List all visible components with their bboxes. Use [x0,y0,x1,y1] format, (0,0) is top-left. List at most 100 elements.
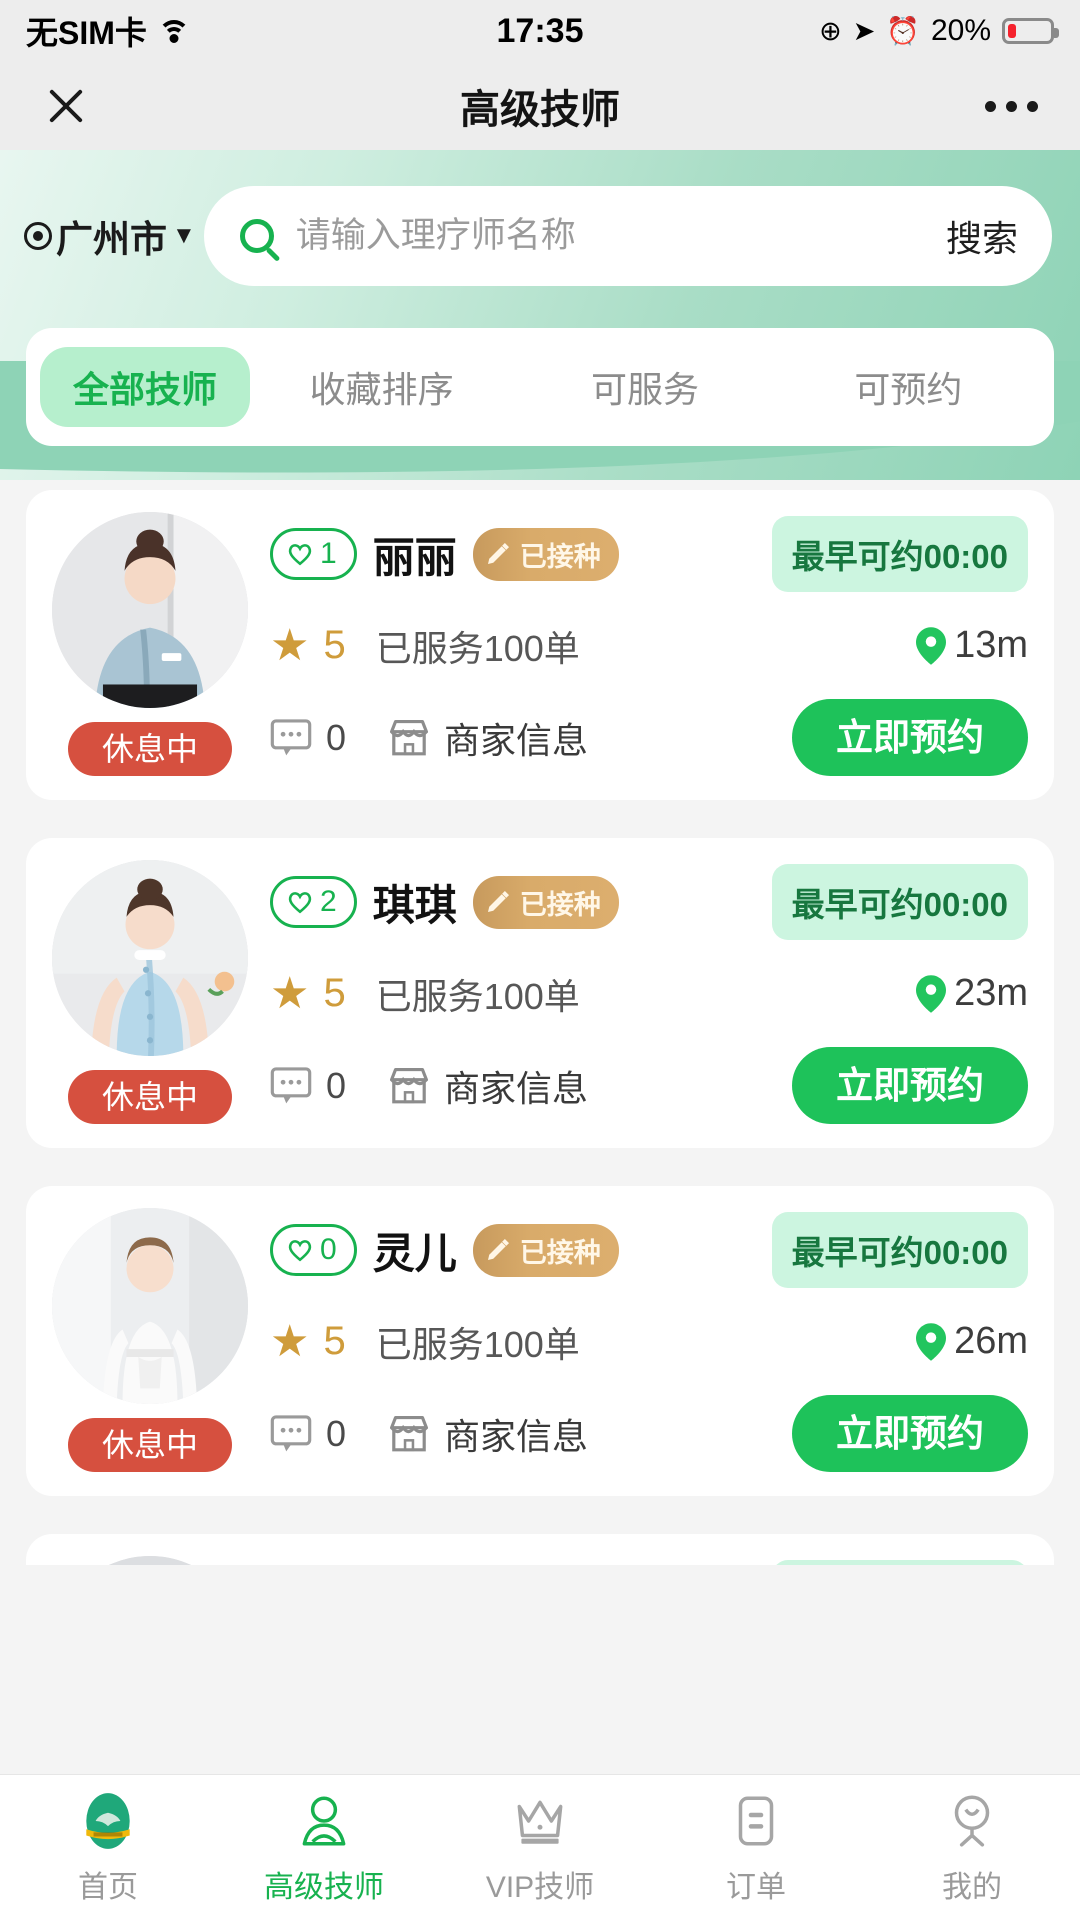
distance-group: 26m [916,1320,1028,1363]
tab-all-technicians[interactable]: 全部技师 [40,347,250,427]
therapist-card[interactable]: 休息中 1 丽丽 已接种 最早可约00:00 ★ 5 已服务100单 13m 0… [26,490,1054,800]
syringe-icon [487,543,509,564]
avatar[interactable] [52,512,248,708]
battery-icon [1002,18,1059,44]
rating-value: 5 [323,1319,346,1363]
nav-label-senior-technician: 高级技师 [264,1870,384,1904]
card-left-column: 休息中 [52,1208,248,1472]
card-actions-row: 0 商家信息 立即预约 [270,1395,1028,1472]
header-section: 广州市 ▼ 搜索 全部技师 收藏排序 可服务 可预约 [0,150,1080,481]
comments-button[interactable]: 0 [270,1413,346,1455]
shop-info-button[interactable]: 商家信息 [388,1408,588,1460]
more-dots-icon[interactable] [985,100,1038,112]
location-arrow-icon: ➤ [852,15,876,46]
status-badge: 休息中 [67,1418,232,1472]
nav-label-orders: 订单 [726,1870,786,1904]
earliest-slot-badge: 最早可约00:00 [771,1212,1028,1288]
search-box[interactable]: 搜索 [203,186,1052,286]
card-header-row: 1 丽丽 已接种 最早可约00:00 [270,516,1028,592]
avatar[interactable] [52,1208,248,1404]
shop-info-button[interactable]: 商家信息 [388,712,588,764]
avatar-image [52,1556,248,1565]
card-left-column: 休息中 [52,860,248,1124]
favorite-button[interactable]: 0 [270,1224,357,1276]
star-icon: ★ [270,968,310,1018]
title-bar: 高级技师 [0,62,1080,150]
therapist-card[interactable]: 休息中 2 琪琪 已接种 最早可约00:00 ★ 5 已服务100单 23m 0… [26,838,1054,1148]
favorite-button[interactable]: 2 [270,876,357,928]
heart-icon [287,542,313,566]
comments-count: 0 [326,1412,347,1454]
nav-item-orders[interactable]: 订单 [648,1790,864,1906]
card-header-row: 0 小芳 已接种 最早可约00:00 [270,1560,1028,1565]
book-now-button[interactable]: 立即预约 [792,1047,1028,1124]
shop-info-button[interactable]: 商家信息 [388,1060,588,1112]
therapist-card[interactable]: 休息中 0 小芳 已接种 最早可约00:00 [26,1534,1054,1565]
bottom-navigation: 首页 高级技师 VIP技师 订单 我的 [0,1774,1080,1920]
favorite-button[interactable]: 1 [270,528,357,580]
comments-button[interactable]: 0 [270,717,346,759]
carrier-label: 无SIM卡 [26,15,147,51]
shop-icon [390,1067,429,1103]
search-bar-row: 广州市 ▼ 搜索 [0,150,1080,286]
search-icon [239,219,274,253]
shop-info-label: 商家信息 [444,1067,589,1109]
heart-icon [287,890,313,914]
earliest-slot-badge: 最早可约00:00 [771,516,1028,592]
tab-favorite-sort[interactable]: 收藏排序 [250,347,513,427]
location-pin-icon [24,222,52,250]
heart-icon [287,1238,313,1262]
status-badge: 休息中 [67,722,232,776]
card-right-column: 0 灵儿 已接种 最早可约00:00 ★ 5 已服务100单 26m 0 商家信… [270,1208,1028,1472]
avatar[interactable] [52,1556,248,1565]
rating-value: 5 [323,971,346,1015]
status-left: 无SIM卡 [26,8,191,54]
comment-icon [270,1414,312,1451]
search-input[interactable] [295,216,924,256]
card-right-column: 0 小芳 已接种 最早可约00:00 ★ 5 已服务100单 [270,1556,1028,1565]
earliest-slot-badge: 最早可约00:00 [771,1560,1028,1565]
city-selector[interactable]: 广州市 ▼ [24,209,196,263]
star-icon: ★ [270,1316,310,1366]
book-now-button[interactable]: 立即预约 [792,1395,1028,1472]
card-left-column: 休息中 [52,1556,248,1565]
vaccinated-badge: 已接种 [472,1223,619,1277]
tab-bookable[interactable]: 可预约 [777,347,1040,427]
nav-item-vip-technician[interactable]: VIP技师 [432,1790,648,1906]
nav-item-senior-technician[interactable]: 高级技师 [216,1790,432,1906]
orders-served: 已服务100单 [375,975,580,1017]
status-right: ⊕ ➤ ⏰ 20% [819,14,1059,48]
avatar[interactable] [52,860,248,1056]
therapist-list[interactable]: 休息中 1 丽丽 已接种 最早可约00:00 ★ 5 已服务100单 13m 0… [0,490,1080,1565]
nav-item-home[interactable]: 首页 [0,1790,216,1906]
book-now-button[interactable]: 立即预约 [792,699,1028,776]
rating-value: 5 [323,623,346,667]
nav-label-home: 首页 [78,1870,138,1904]
battery-percent-label: 20% [930,14,991,47]
map-pin-icon [916,626,947,665]
star-icon: ★ [270,620,310,670]
rotation-lock-icon: ⊕ [819,15,842,46]
order-list-icon [738,1796,774,1845]
therapist-card[interactable]: 休息中 0 灵儿 已接种 最早可约00:00 ★ 5 已服务100单 26m 0… [26,1186,1054,1496]
status-badge: 休息中 [67,1070,232,1124]
tab-available-service[interactable]: 可服务 [513,347,776,427]
syringe-icon [487,891,509,912]
close-icon[interactable] [42,82,90,130]
card-header-row: 0 灵儿 已接种 最早可约00:00 [270,1212,1028,1288]
map-pin-icon [916,1322,947,1361]
distance-value: 13m [954,624,1028,666]
status-bar: 无SIM卡 17:35 ⊕ ➤ ⏰ 20% [0,0,1080,62]
comments-button[interactable]: 0 [270,1065,346,1107]
card-header-row: 2 琪琪 已接种 最早可约00:00 [270,864,1028,940]
distance-group: 13m [916,624,1028,667]
vaccinated-badge: 已接种 [472,875,619,929]
nav-label-profile: 我的 [942,1870,1002,1904]
therapist-name: 丽丽 [372,533,457,581]
chevron-down-icon: ▼ [172,222,196,249]
vaccinated-label: 已接种 [519,889,601,920]
home-logo-icon [86,1792,130,1849]
crown-icon [517,1800,563,1844]
search-button[interactable]: 搜索 [946,210,1018,262]
nav-item-profile[interactable]: 我的 [864,1790,1080,1906]
